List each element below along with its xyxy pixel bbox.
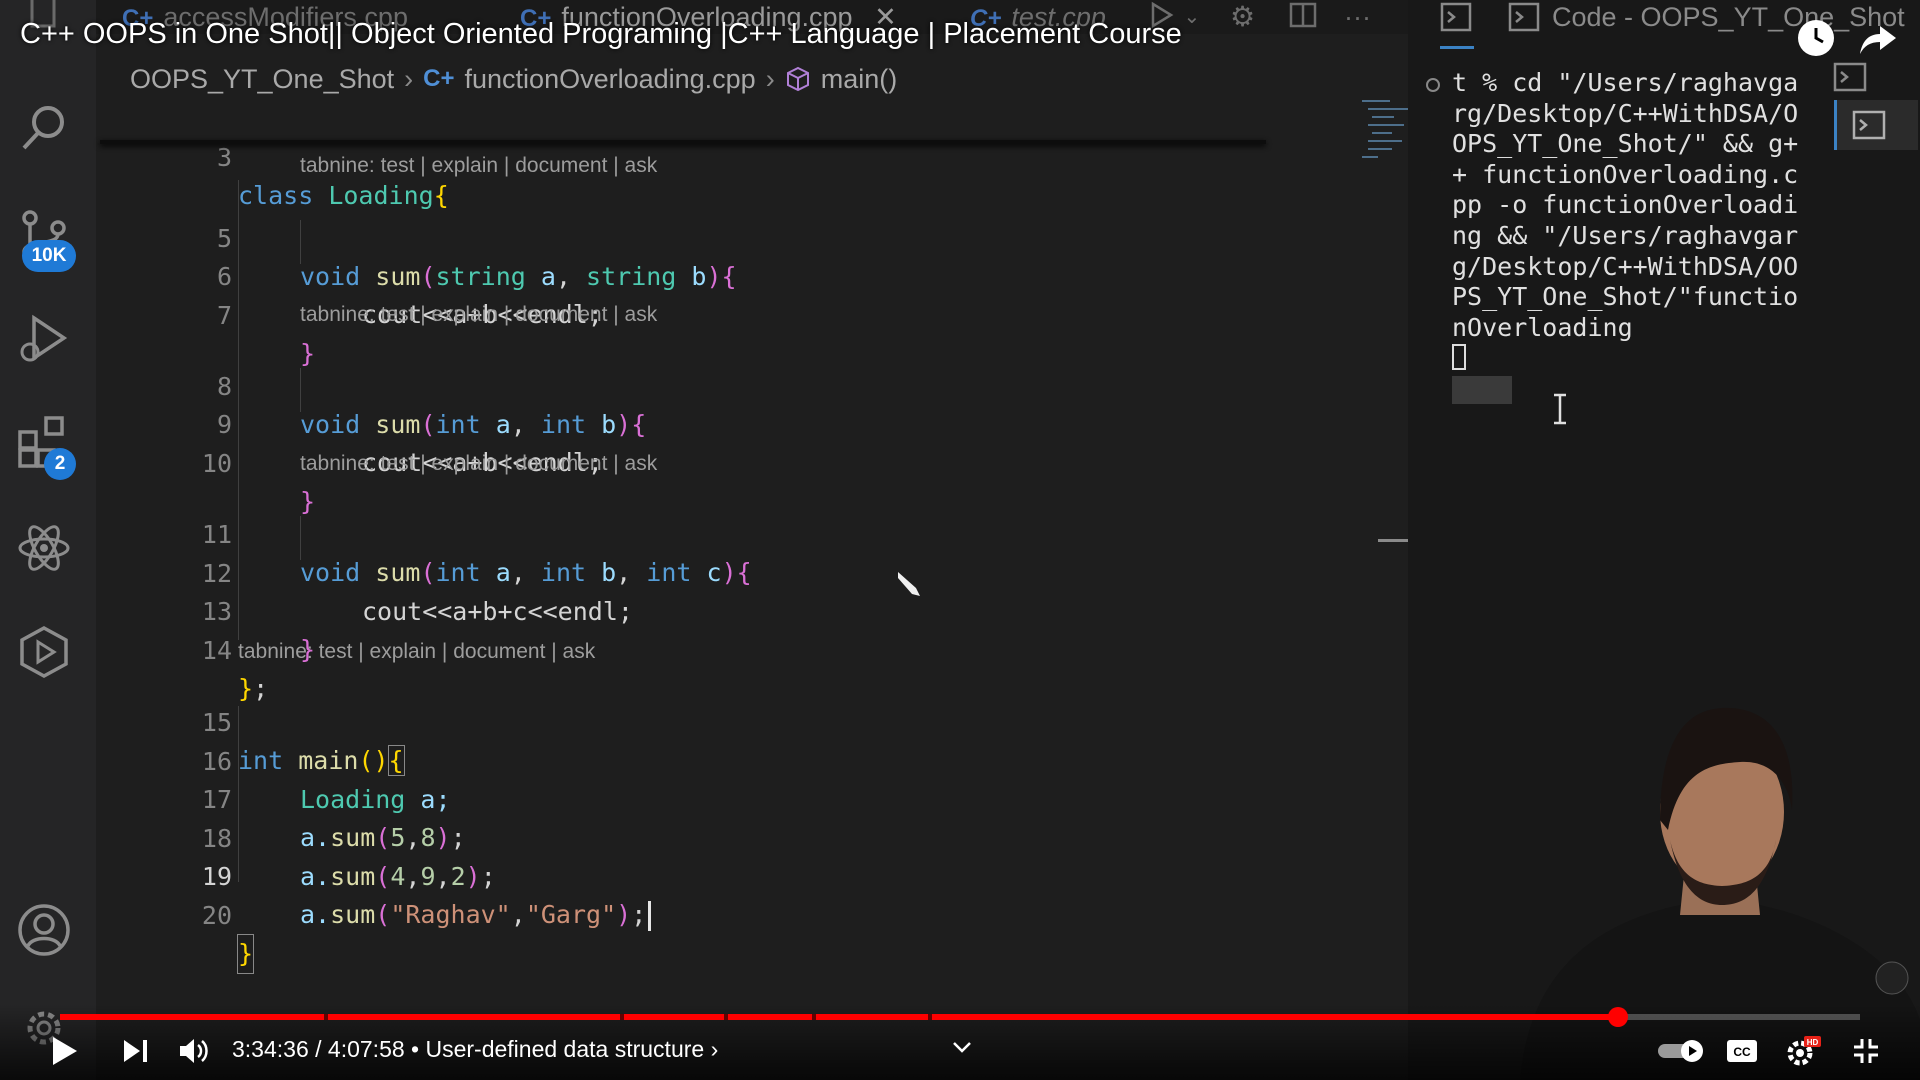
code-line[interactable]: 6 cout<<a+b<<endl; <box>96 220 1296 329</box>
code-line[interactable]: 11 void sum(int a, int b, int c){ <box>96 478 1296 587</box>
editor-area: C+ accessModifiers.cpp C+ functionOverload… <box>96 0 1408 1010</box>
more-actions-icon[interactable]: ··· <box>1344 0 1371 34</box>
text-cursor <box>648 901 652 931</box>
watch-later-clock-icon[interactable] <box>1798 20 1834 56</box>
search-icon[interactable] <box>16 100 72 156</box>
svg-text:HD: HD <box>1807 1038 1819 1047</box>
play-button[interactable] <box>44 1034 84 1068</box>
code-line[interactable]: 20 } <box>96 859 1296 974</box>
code-line[interactable]: 16 Loading a; <box>96 705 1296 814</box>
breadcrumb-file[interactable]: functionOverloading.cpp <box>465 64 756 95</box>
progress-bar[interactable] <box>60 1007 1860 1027</box>
tabnine-code-lens[interactable]: tabnine: test | explain | document | ask <box>300 151 657 181</box>
tabnine-code-lens[interactable]: tabnine: test | explain | document | ask <box>300 300 657 330</box>
terminal-icon[interactable] <box>1508 2 1540 32</box>
chapter-marker <box>324 1014 328 1020</box>
chevron-right-icon: › <box>404 63 414 94</box>
status-dot-icon <box>1426 78 1440 92</box>
tabnine-code-lens[interactable]: tabnine: test | explain | document | ask <box>238 637 595 667</box>
settings-hd-icon: HD <box>1787 1036 1821 1066</box>
terminal-tab-2[interactable] <box>1834 100 1918 150</box>
breadcrumb-folder[interactable]: OOPS_YT_One_Shot <box>130 64 394 95</box>
cpp-icon: C+ <box>423 65 455 92</box>
chapter-marker <box>724 1014 728 1020</box>
next-icon <box>124 1040 147 1062</box>
terminal-icon <box>1852 110 1886 140</box>
chevron-down-icon[interactable] <box>942 1030 982 1064</box>
chapter-marker <box>812 1014 816 1020</box>
exit-fullscreen-button[interactable] <box>1846 1034 1886 1068</box>
source-control-badge: 10K <box>22 240 76 272</box>
code-line[interactable]: 7 } <box>96 259 1296 368</box>
account-icon[interactable] <box>16 902 72 958</box>
code-line[interactable]: 5 void sum(string a, string b){ <box>96 182 1296 291</box>
captions-button[interactable]: CC <box>1722 1034 1762 1068</box>
terminal-header: Code - OOPS_YT_One_Shot <box>1408 0 1920 34</box>
exit-fullscreen-icon <box>1854 1039 1878 1063</box>
breadcrumb: OOPS_YT_One_Shot › C+ functionOverloadin… <box>130 62 897 96</box>
next-button[interactable] <box>116 1034 156 1068</box>
chapter-marker <box>928 1014 932 1020</box>
code-line[interactable]: 17 a.sum(5,8); <box>96 743 1296 852</box>
code-line[interactable]: 10 } <box>96 407 1296 516</box>
time-display: 3:34:36 / 4:07:58 • User-defined data st… <box>232 1036 719 1062</box>
extensions-badge: 2 <box>44 448 76 480</box>
tabnine-code-lens[interactable]: tabnine: test | explain | document | ask <box>300 449 657 479</box>
run-debug-icon[interactable] <box>16 310 72 366</box>
autoplay-icon <box>1658 1040 1703 1062</box>
progress-scrubber[interactable] <box>1608 1007 1629 1027</box>
terminal-icon[interactable] <box>1440 2 1472 32</box>
sticky-scroll-shadow <box>100 140 1266 144</box>
code-line[interactable]: 12 cout<<a+b+c<<endl; <box>96 517 1296 626</box>
code-line-current[interactable]: 19 a.sum("Raghav","Garg"); <box>96 820 1296 931</box>
code-line[interactable]: 8 void sum(int a, int b){ <box>96 330 1296 439</box>
chapter-marker <box>620 1014 624 1020</box>
cube-method-icon <box>786 66 809 92</box>
terminal-icon <box>1833 62 1867 92</box>
share-arrow-icon[interactable] <box>1858 22 1898 56</box>
split-editor-icon[interactable] <box>1288 0 1318 34</box>
mouse-pointer-icon <box>898 572 920 596</box>
play-icon <box>53 1037 77 1065</box>
activity-bar: 10K 2 <box>0 0 96 1080</box>
settings-button[interactable]: HD <box>1784 1034 1824 1068</box>
code-line[interactable]: 15 int main(){ <box>96 666 1296 776</box>
code-line[interactable]: 13 } <box>96 555 1296 664</box>
code-line[interactable]: 3 class Loading{ <box>96 101 1296 210</box>
volume-icon <box>180 1039 208 1063</box>
mute-button[interactable] <box>174 1034 214 1068</box>
hexagon-play-icon[interactable] <box>16 624 72 680</box>
code-line[interactable]: 18 a.sum(4,9,2); <box>96 782 1296 891</box>
chevron-down-icon[interactable]: ⌄ <box>1184 6 1201 28</box>
chevron-right-icon: › <box>765 63 775 94</box>
svg-text:CC: CC <box>1733 1045 1751 1059</box>
active-terminal-indicator <box>1440 46 1474 49</box>
code-line[interactable]: 14 }; <box>96 594 1296 703</box>
terminal-tab-1[interactable] <box>1832 62 1868 92</box>
settings-gear-icon[interactable]: ⚙ <box>1230 0 1255 34</box>
progress-played <box>60 1014 1619 1020</box>
terminal-cursor <box>1452 344 1466 370</box>
chapter-title[interactable]: • User-defined data structure › <box>411 1036 718 1062</box>
video-title[interactable]: C++ OOPS in One Shot|| Object Oriented P… <box>20 18 1182 51</box>
scrollbar-marker[interactable] <box>1378 539 1408 542</box>
cc-icon: CC <box>1727 1040 1757 1062</box>
react-atom-icon[interactable] <box>16 520 72 576</box>
terminal-selection <box>1452 376 1512 404</box>
terminal-title[interactable]: Code - OOPS_YT_One_Shot <box>1552 0 1905 34</box>
breadcrumb-symbol[interactable]: main() <box>821 64 898 95</box>
terminal-output[interactable]: t % cd "/Users/raghavgarg/Desktop/C++Wit… <box>1452 68 1812 343</box>
code-line[interactable]: 9 cout<<a+b<<endl; <box>96 368 1296 477</box>
autoplay-toggle[interactable] <box>1656 1034 1708 1068</box>
text-select-cursor-icon <box>1554 393 1566 425</box>
